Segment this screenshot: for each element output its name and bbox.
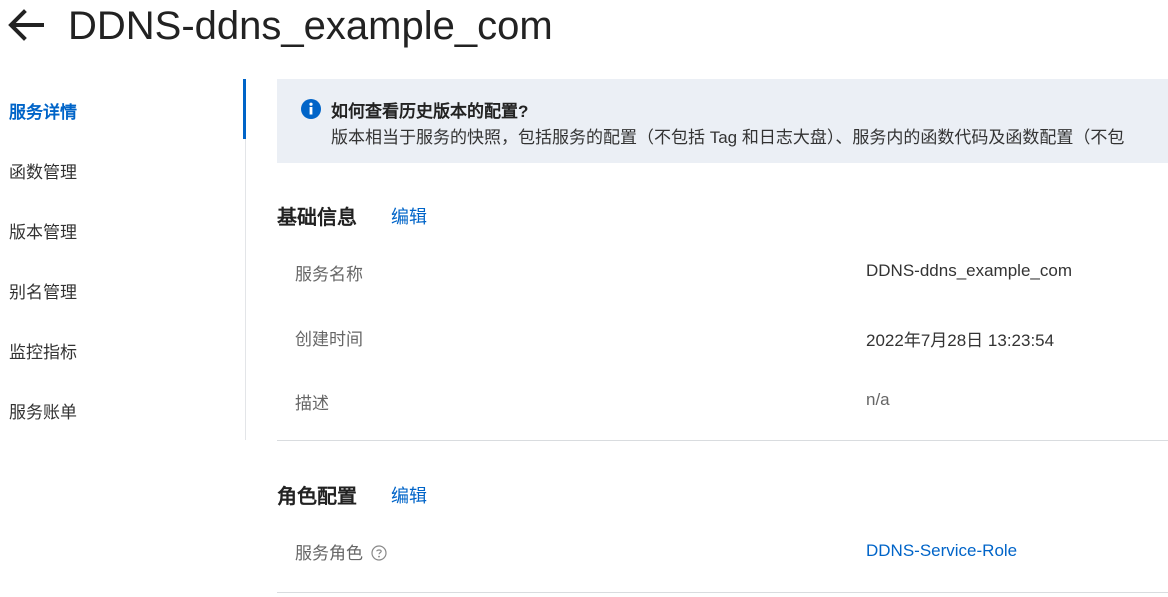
service-role-link[interactable]: DDNS-Service-Role <box>866 541 1017 561</box>
description-value: n/a <box>866 390 890 409</box>
page-title: DDNS-ddns_example_com <box>68 4 553 48</box>
sidebar-item-alias-management[interactable]: 别名管理 <box>0 263 240 323</box>
service-role-label: 服务角色 <box>295 544 363 563</box>
info-notice: 如何查看历史版本的配置? 版本相当于服务的快照，包括服务的配置（不包括 Tag … <box>277 79 1168 163</box>
sidebar-item-function-management[interactable]: 函数管理 <box>0 143 240 203</box>
role-config-title: 角色配置 <box>277 486 357 508</box>
created-time-value: 2022年7月28日 13:23:54 <box>866 331 1055 350</box>
service-name-label: 服务名称 <box>295 265 363 284</box>
sidebar: 服务详情 函数管理 版本管理 别名管理 监控指标 服务账单 <box>0 79 247 440</box>
description-label: 描述 <box>295 394 329 413</box>
section-divider-bottom <box>277 592 1168 593</box>
question-circle-icon[interactable] <box>371 545 387 561</box>
sidebar-item-version-management[interactable]: 版本管理 <box>0 203 240 263</box>
notice-title: 如何查看历史版本的配置? <box>331 102 529 121</box>
section-divider <box>277 440 1168 441</box>
sidebar-item-monitoring-metrics[interactable]: 监控指标 <box>0 323 240 383</box>
sidebar-item-service-details[interactable]: 服务详情 <box>0 83 240 143</box>
role-config-edit-link[interactable]: 编辑 <box>391 482 427 508</box>
sidebar-item-service-billing[interactable]: 服务账单 <box>0 383 240 443</box>
created-time-label: 创建时间 <box>295 330 363 349</box>
notice-text: 版本相当于服务的快照，包括服务的配置（不包括 Tag 和日志大盘）、服务内的函数… <box>331 128 1125 147</box>
service-role-label-group: 服务角色 <box>295 539 387 564</box>
service-name-value: DDNS-ddns_example_com <box>866 261 1072 280</box>
arrow-left-icon[interactable] <box>6 8 46 42</box>
header: DDNS-ddns_example_com <box>0 0 1168 56</box>
basic-info-title: 基础信息 <box>277 207 357 229</box>
sidebar-active-indicator <box>243 79 246 139</box>
info-icon <box>301 99 321 119</box>
basic-info-edit-link[interactable]: 编辑 <box>391 203 427 229</box>
